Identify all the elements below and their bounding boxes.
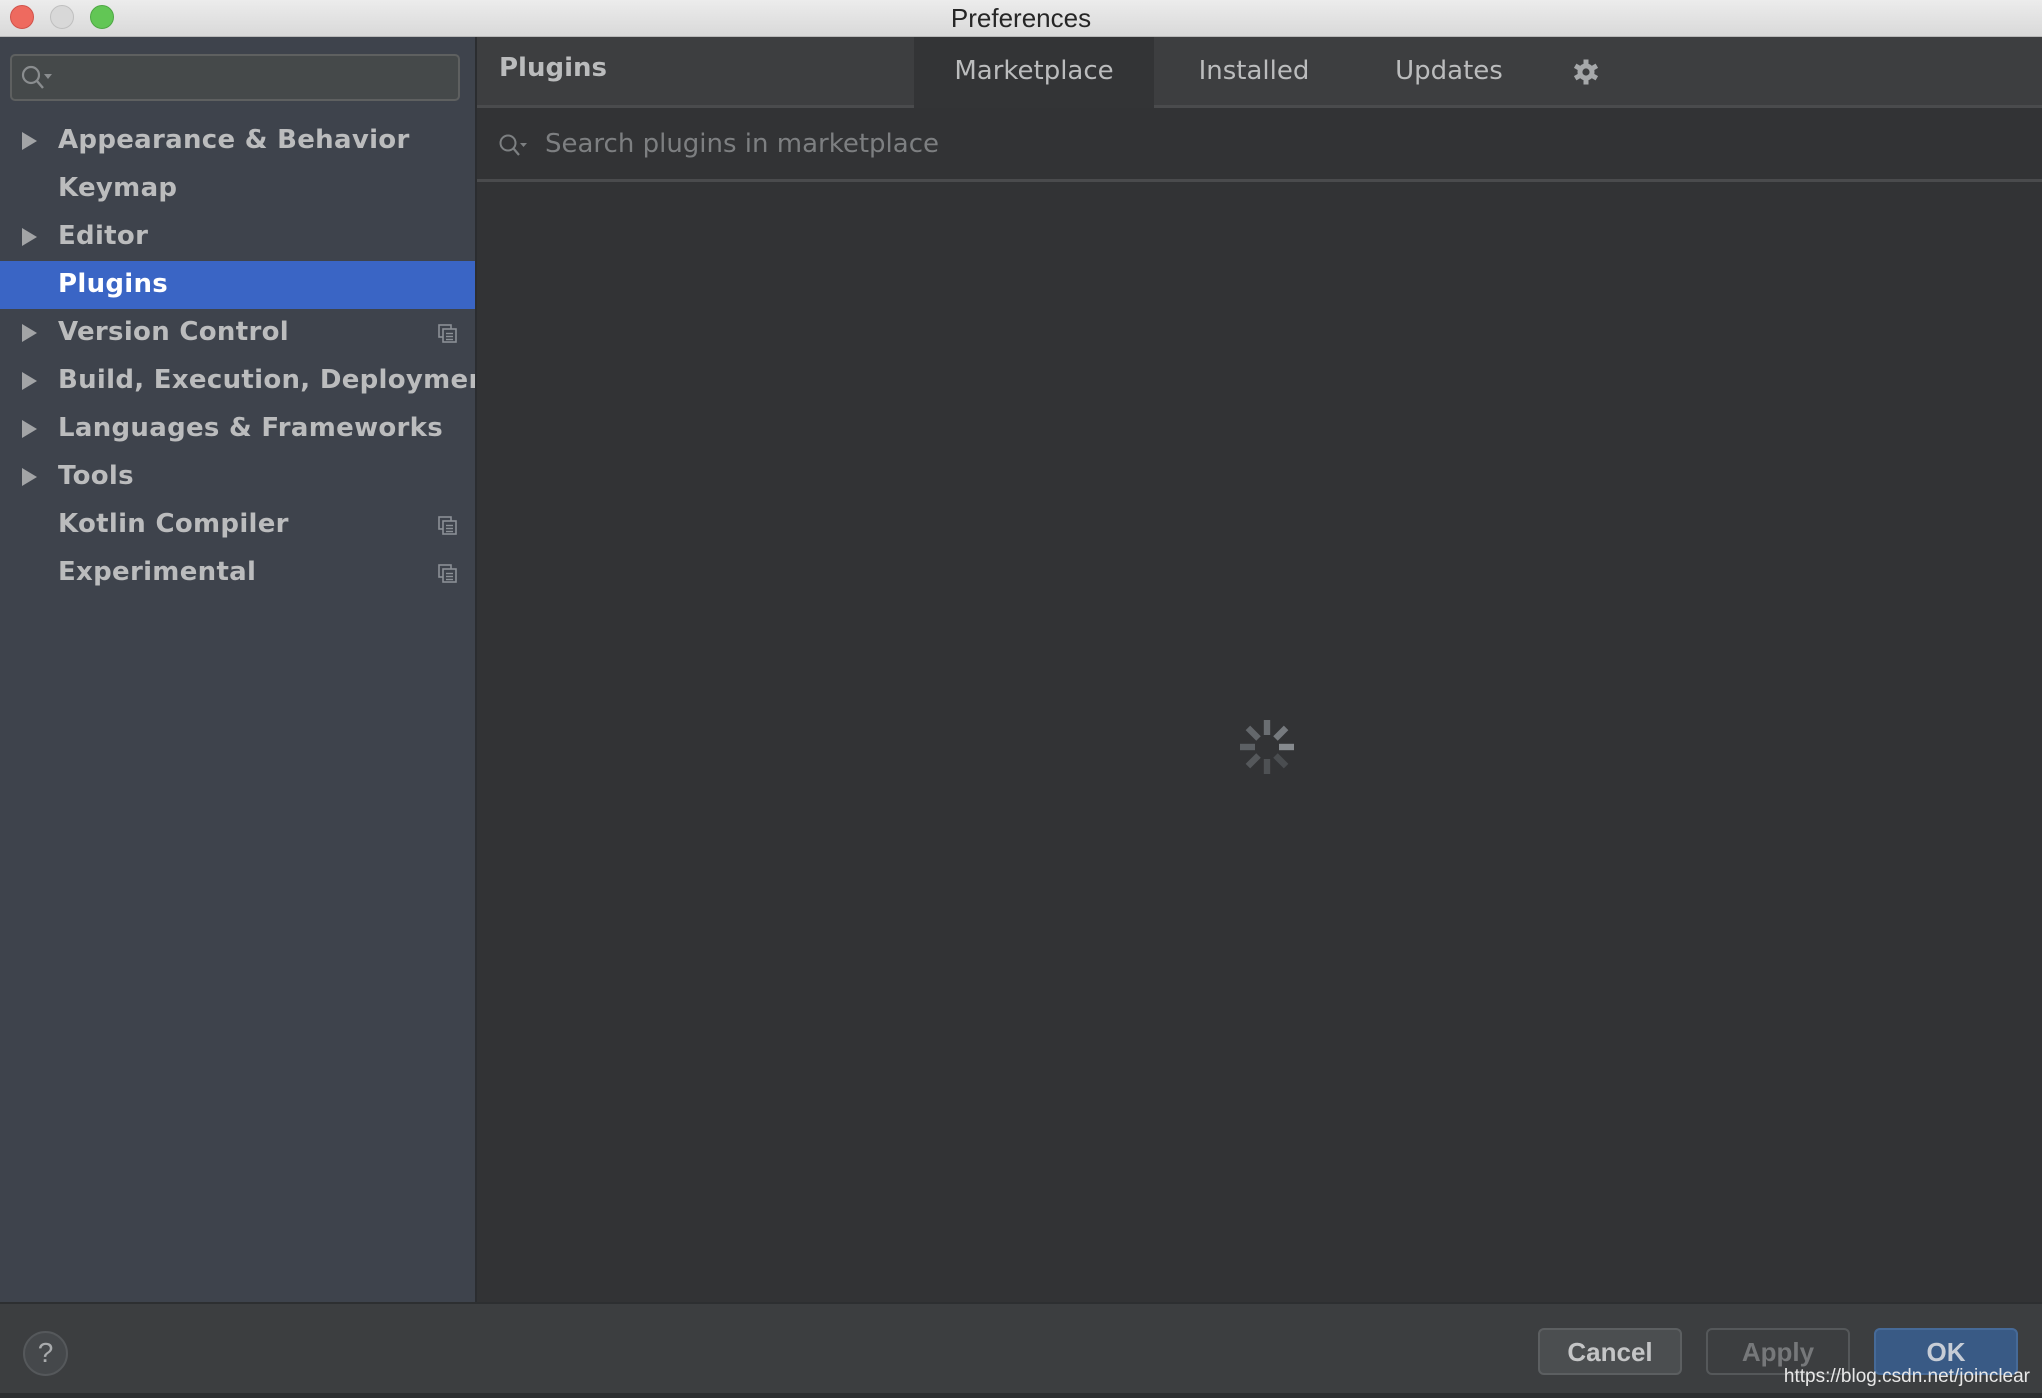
title-bar: Preferences — [0, 0, 2042, 37]
gear-icon[interactable] — [1573, 59, 1599, 85]
sidebar-item-label: Kotlin Compiler — [58, 509, 289, 539]
expand-arrow-icon[interactable] — [22, 228, 37, 246]
sidebar-item-plugins[interactable]: Plugins — [0, 261, 475, 309]
project-settings-icon — [438, 516, 457, 535]
background-window-strip — [0, 1393, 2042, 1398]
sidebar-item-appearance-behavior[interactable]: Appearance & Behavior — [0, 117, 475, 165]
tab-marketplace[interactable]: Marketplace — [914, 37, 1154, 108]
sidebar-item-label: Keymap — [58, 173, 178, 203]
sidebar-item-label: Experimental — [58, 557, 257, 587]
sidebar-item-kotlin-compiler[interactable]: Kotlin Compiler — [0, 501, 475, 549]
settings-sidebar: Appearance & Behavior Keymap Editor Plug… — [0, 37, 500, 1302]
tab-updates[interactable]: Updates — [1354, 37, 1544, 108]
expand-arrow-icon[interactable] — [22, 324, 37, 342]
expand-arrow-icon[interactable] — [22, 372, 37, 390]
sidebar-item-label: Plugins — [58, 269, 169, 299]
search-icon[interactable] — [499, 134, 533, 160]
watermark-text: https://blog.csdn.net/joinclear — [1783, 1366, 2030, 1387]
expand-arrow-icon[interactable] — [22, 132, 37, 150]
sidebar-item-label: Build, Execution, Deployment — [58, 365, 501, 395]
sidebar-item-label: Tools — [58, 461, 134, 491]
sidebar-item-label: Languages & Frameworks — [58, 413, 444, 443]
sidebar-item-keymap[interactable]: Keymap — [0, 165, 475, 213]
sidebar-item-label: Version Control — [58, 317, 289, 347]
tab-installed[interactable]: Installed — [1154, 37, 1354, 108]
sidebar-item-experimental[interactable]: Experimental — [0, 549, 475, 597]
settings-search-input[interactable] — [10, 54, 460, 101]
plugins-header: Plugins Marketplace Installed Updates — [477, 37, 2042, 108]
plugin-search-input[interactable] — [545, 122, 1945, 166]
sidebar-item-editor[interactable]: Editor — [0, 213, 475, 261]
page-title: Plugins — [499, 53, 607, 83]
cancel-button[interactable]: Cancel — [1538, 1328, 1682, 1375]
sidebar-item-languages-frameworks[interactable]: Languages & Frameworks — [0, 405, 475, 453]
dialog-button-bar: ? Cancel Apply OK — [0, 1302, 2042, 1393]
expand-arrow-icon[interactable] — [22, 420, 37, 438]
help-button[interactable]: ? — [23, 1331, 68, 1376]
sidebar-item-label: Editor — [58, 221, 149, 251]
plugins-panel: Plugins Marketplace Installed Updates — [477, 37, 2042, 1302]
sidebar-item-build-execution-deployment[interactable]: Build, Execution, Deployment — [0, 357, 500, 405]
sidebar-item-tools[interactable]: Tools — [0, 453, 475, 501]
sidebar-item-version-control[interactable]: Version Control — [0, 309, 475, 357]
project-settings-icon — [438, 324, 457, 343]
expand-arrow-icon[interactable] — [22, 468, 37, 486]
marketplace-search-bar — [477, 108, 2042, 182]
loading-spinner-icon — [1240, 720, 1294, 774]
sidebar-item-label: Appearance & Behavior — [58, 125, 410, 155]
search-icon — [21, 65, 52, 89]
project-settings-icon — [438, 564, 457, 583]
window-title: Preferences — [950, 3, 1092, 33]
